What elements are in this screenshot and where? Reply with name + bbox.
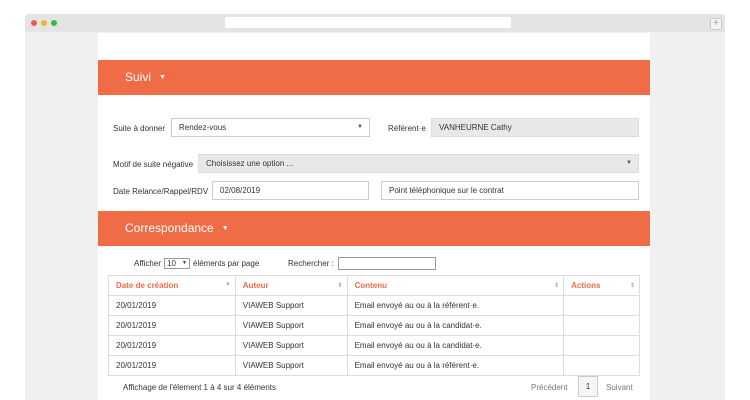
sort-icon: ⇕ <box>337 283 343 289</box>
page-size-select[interactable]: 10 ▼ <box>164 258 190 269</box>
column-header-author[interactable]: Auteur ⇕ <box>234 275 348 296</box>
cell-content: Email envoyé au ou à la candidat·e. <box>346 335 565 356</box>
pagination-previous[interactable]: Précédent <box>531 383 567 392</box>
note-input[interactable]: Point téléphonique sur le contrat <box>381 181 639 200</box>
cell-date: 20/01/2019 <box>108 315 236 336</box>
sort-icon: ⇕ <box>554 283 560 289</box>
pagination-page-1[interactable]: 1 <box>578 376 598 397</box>
note-value: Point téléphonique sur le contrat <box>389 186 504 195</box>
date-value: 02/08/2019 <box>220 186 261 195</box>
date-input[interactable]: 02/08/2019 <box>212 181 369 200</box>
table-info: Affichage de l'élement 1 à 4 sur 4 éléme… <box>123 383 277 392</box>
correspondance-title: Correspondance <box>125 221 214 235</box>
correspondance-table: Date de création ▼ Auteur ⇕ Contenu ⇕ Actio… <box>108 275 640 376</box>
close-window-icon[interactable] <box>31 20 37 26</box>
caret-down-icon: ▼ <box>159 74 166 82</box>
table-row: 20/01/2019 VIAWEB Support Email envoyé a… <box>108 335 640 356</box>
page-size-value: 10 <box>167 259 176 268</box>
motif-label: Motif de suite négative <box>113 160 194 169</box>
table-row: 20/01/2019 VIAWEB Support Email envoyé a… <box>108 355 640 376</box>
new-tab-icon[interactable]: + <box>710 18 722 30</box>
cell-date: 20/01/2019 <box>108 335 236 356</box>
date-label: Date Relance/Rappel/RDV <box>113 187 209 196</box>
chevron-down-icon: ▼ <box>357 124 363 130</box>
cell-content: Email envoyé au ou à la référent·e. <box>346 295 565 316</box>
chevron-down-icon: ▼ <box>626 160 632 166</box>
per-page-label: éléments par page <box>193 259 260 268</box>
table-row: 20/01/2019 VIAWEB Support Email envoyé a… <box>108 315 640 336</box>
minimize-window-icon[interactable] <box>41 20 47 26</box>
cell-actions <box>563 355 640 376</box>
window-controls <box>31 20 57 26</box>
cell-author: VIAWEB Support <box>234 315 348 336</box>
suite-value: Rendez-vous <box>179 123 227 132</box>
sort-icon: ⇕ <box>629 283 635 289</box>
address-bar[interactable] <box>225 17 511 28</box>
suivi-section-header[interactable]: Suivi ▼ <box>98 60 650 95</box>
motif-placeholder: Choisissez une option ... <box>206 159 294 168</box>
cell-author: VIAWEB Support <box>234 295 348 316</box>
caret-down-icon: ▼ <box>221 225 229 233</box>
table-row: 20/01/2019 VIAWEB Support Email envoyé a… <box>108 295 640 316</box>
table-header-row: Date de création ▼ Auteur ⇕ Contenu ⇕ Actio… <box>108 275 640 296</box>
column-header-content[interactable]: Contenu ⇕ <box>346 275 565 296</box>
chevron-down-icon: ▼ <box>182 260 187 266</box>
cell-content: Email envoyé au ou à la référent·e. <box>346 355 565 376</box>
cell-author: VIAWEB Support <box>234 335 348 356</box>
cell-actions <box>563 335 640 356</box>
correspondance-section-header[interactable]: Correspondance ▼ <box>98 211 650 246</box>
suite-label: Suite à donner <box>113 124 166 133</box>
maximize-window-icon[interactable] <box>51 20 57 26</box>
column-header-date[interactable]: Date de création ▼ <box>108 275 236 296</box>
show-label: Afficher <box>134 259 161 268</box>
cell-date: 20/01/2019 <box>108 295 236 316</box>
search-label: Rechercher : <box>288 259 334 268</box>
pagination-next[interactable]: Suivant <box>606 383 633 392</box>
cell-date: 20/01/2019 <box>108 355 236 376</box>
cell-content: Email envoyé au ou à la candidat·e. <box>346 315 565 336</box>
cell-actions <box>563 315 640 336</box>
motif-select[interactable]: Choisissez une option ... ▼ <box>198 154 639 173</box>
suite-select[interactable]: Rendez-vous ▼ <box>171 118 370 137</box>
suivi-title: Suivi <box>125 70 152 84</box>
search-input[interactable] <box>338 257 436 270</box>
cell-actions <box>563 295 640 316</box>
referent-label: Référent·e <box>388 124 426 133</box>
referent-value: VANHEURNE Cathy <box>439 123 512 132</box>
cell-author: VIAWEB Support <box>234 355 348 376</box>
column-header-actions[interactable]: Actions ⇕ <box>563 275 640 296</box>
referent-field: VANHEURNE Cathy <box>431 118 639 137</box>
sort-icon: ▼ <box>224 282 231 288</box>
